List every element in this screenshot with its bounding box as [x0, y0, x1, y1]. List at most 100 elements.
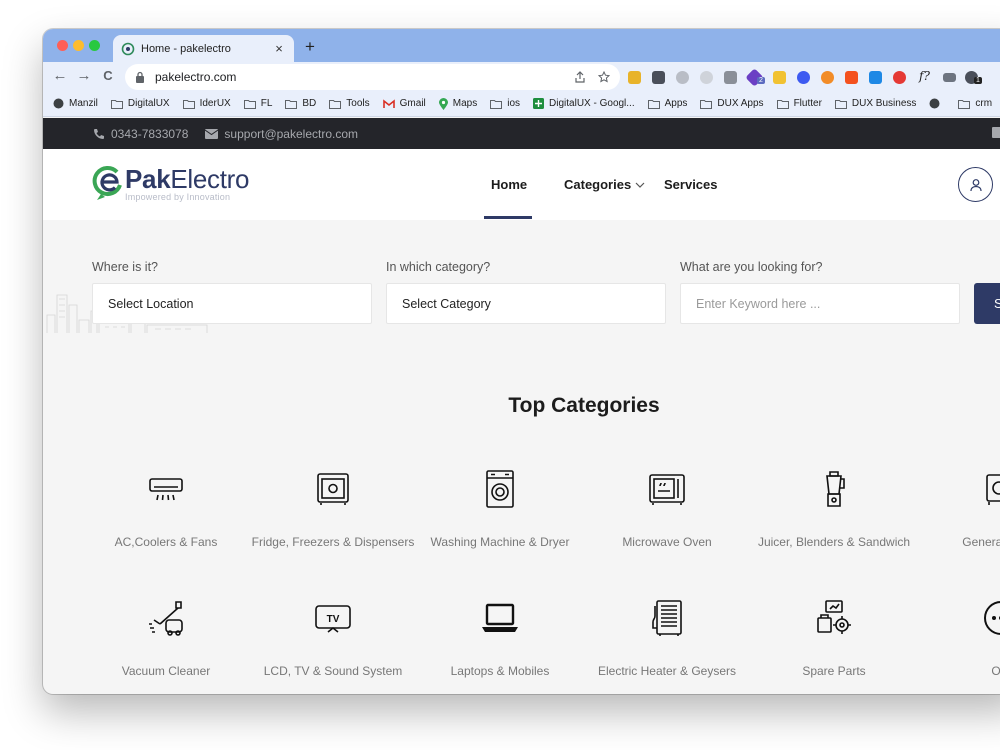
bookmark-folder[interactable]: Apps	[647, 98, 687, 109]
folder-icon	[700, 99, 713, 109]
close-window-button[interactable]	[57, 40, 68, 51]
minimize-window-button[interactable]	[73, 40, 84, 51]
category-label: Fridge, Freezers & Dispensers	[251, 535, 415, 549]
forward-button[interactable]: →	[75, 67, 93, 84]
tab-title: Home - pakelectro	[141, 42, 231, 55]
bookmark-folder[interactable]: crm	[958, 98, 992, 109]
keyword-input[interactable]: Enter Keyword here ...	[680, 283, 960, 324]
extension-icon[interactable]	[797, 71, 810, 84]
extension-icon[interactable]	[724, 71, 737, 84]
browser-window: Home - pakelectro × + ← → C pakelectro.c…	[43, 29, 1000, 694]
extension-icon[interactable]	[773, 71, 786, 84]
bookmark-folder[interactable]: Flutter	[776, 98, 822, 109]
email-contact[interactable]: support@pakelectro.com	[205, 127, 358, 141]
category-tile[interactable]: AC,Coolers & Fans	[81, 469, 251, 551]
back-button[interactable]: ←	[51, 67, 69, 84]
bookmark-folder[interactable]: DUX Apps	[700, 98, 764, 109]
category-label: Generato Solu	[962, 535, 1000, 549]
category-label: Laptops & Mobiles	[450, 664, 550, 678]
extension-icon[interactable]	[821, 71, 834, 84]
bookmark-folder[interactable]: FL	[243, 98, 272, 109]
category-tile[interactable]: Fridge, Freezers & Dispensers	[248, 469, 418, 551]
location-select[interactable]: Select Location	[92, 283, 372, 324]
folder-icon	[110, 99, 123, 109]
generator-icon	[986, 474, 1000, 505]
keyword-label: What are you looking for?	[680, 260, 823, 274]
extension-icon[interactable]	[943, 73, 956, 82]
globe-icon	[929, 98, 940, 109]
category-tile[interactable]: Vacuum Cleaner	[81, 598, 251, 680]
new-tab-button[interactable]: +	[305, 37, 315, 57]
tab-close-button[interactable]: ×	[272, 41, 286, 56]
extension-icon[interactable]	[845, 71, 858, 84]
extension-icon[interactable]: f?	[919, 69, 930, 83]
category-tile[interactable]: TV LCD, TV & Sound System	[248, 598, 418, 680]
extension-icon[interactable]	[893, 71, 906, 84]
bookmark-folder[interactable]: IderUX	[182, 98, 231, 109]
address-bar[interactable]: pakelectro.com	[125, 64, 620, 90]
logo-text: PakElectro	[125, 164, 250, 194]
nav-categories[interactable]: Categories	[564, 149, 645, 220]
category-label: Vacuum Cleaner	[121, 664, 211, 678]
washing-machine-icon	[486, 470, 514, 508]
folder-icon	[329, 99, 342, 109]
tv-icon: TV	[315, 605, 351, 633]
bookmark-folder[interactable]: DUX Business	[834, 98, 916, 109]
folder-icon	[958, 99, 971, 109]
bookmark-folder[interactable]: BD	[285, 98, 316, 109]
extension-icon[interactable]	[700, 71, 713, 84]
category-tile[interactable]: Juicer, Blenders & Sandwich	[749, 469, 919, 551]
category-label: Washing Machine & Dryer	[430, 535, 570, 549]
account-button[interactable]	[958, 167, 993, 202]
category-tile[interactable]: Generato Solu	[916, 469, 1000, 551]
extension-icon[interactable]	[869, 71, 882, 84]
phone-contact[interactable]: 0343-7833078	[93, 127, 188, 141]
reload-button[interactable]: C	[99, 68, 117, 83]
bookmark-folder[interactable]: Tools	[329, 98, 370, 109]
category-tile[interactable]: Spare Parts	[749, 598, 919, 680]
category-tile[interactable]: Laptops & Mobiles	[415, 598, 585, 680]
gmail-icon	[382, 98, 395, 108]
category-select[interactable]: Select Category	[386, 283, 666, 324]
bookmark-item[interactable]: Manzil	[53, 98, 98, 109]
category-tile[interactable]: Microwave Oven	[582, 469, 752, 551]
category-label: Oth	[991, 664, 1000, 678]
user-icon	[969, 178, 982, 191]
laptop-icon	[482, 603, 518, 632]
extension-icon[interactable]	[652, 71, 665, 84]
url-text: pakelectro.com	[155, 70, 237, 84]
extension-icon[interactable]	[628, 71, 641, 84]
nav-services[interactable]: Services	[664, 149, 718, 220]
lock-icon	[136, 71, 144, 83]
bookmark-item[interactable]: DigitalUX - Googl...	[533, 98, 635, 109]
browser-tab[interactable]: Home - pakelectro ×	[113, 35, 294, 62]
top-categories-title: Top Categories	[508, 394, 660, 417]
bookmark-item[interactable]: Maps	[438, 97, 477, 110]
bookmark-folder[interactable]: ios	[490, 98, 520, 109]
bookmark-item[interactable]	[929, 98, 945, 109]
bookmark-folder[interactable]: DigitalUX	[110, 98, 170, 109]
maximize-window-button[interactable]	[89, 40, 100, 51]
bookmarks-bar: Manzil DigitalUX IderUX FL BD Tools Gmai…	[43, 91, 1000, 117]
extension-icon[interactable]	[676, 71, 689, 84]
folder-icon	[647, 99, 660, 109]
star-icon[interactable]	[598, 71, 610, 83]
category-label: Microwave Oven	[622, 535, 712, 549]
share-icon[interactable]	[574, 71, 586, 83]
tab-strip: Home - pakelectro × +	[43, 29, 1000, 62]
facebook-icon[interactable]	[992, 127, 1000, 138]
folder-icon	[243, 99, 256, 109]
logo-tagline: Impowered by Innovation	[125, 192, 231, 202]
category-label: Electric Heater & Geysers	[597, 664, 737, 678]
google-sheets-icon	[533, 98, 545, 109]
bookmark-item[interactable]: Gmail	[382, 98, 426, 109]
search-button[interactable]: S	[974, 283, 1000, 324]
nav-home[interactable]: Home	[491, 149, 527, 220]
blender-icon	[826, 471, 845, 507]
logo-mark-icon	[92, 166, 122, 200]
category-tile[interactable]: Oth	[916, 598, 1000, 680]
category-tile[interactable]: Washing Machine & Dryer	[415, 469, 585, 551]
browser-toolbar: ← → C pakelectro.com 2 f? 1	[43, 62, 1000, 91]
category-tile[interactable]: Electric Heater & Geysers	[582, 598, 752, 680]
chevron-down-icon	[635, 182, 645, 188]
